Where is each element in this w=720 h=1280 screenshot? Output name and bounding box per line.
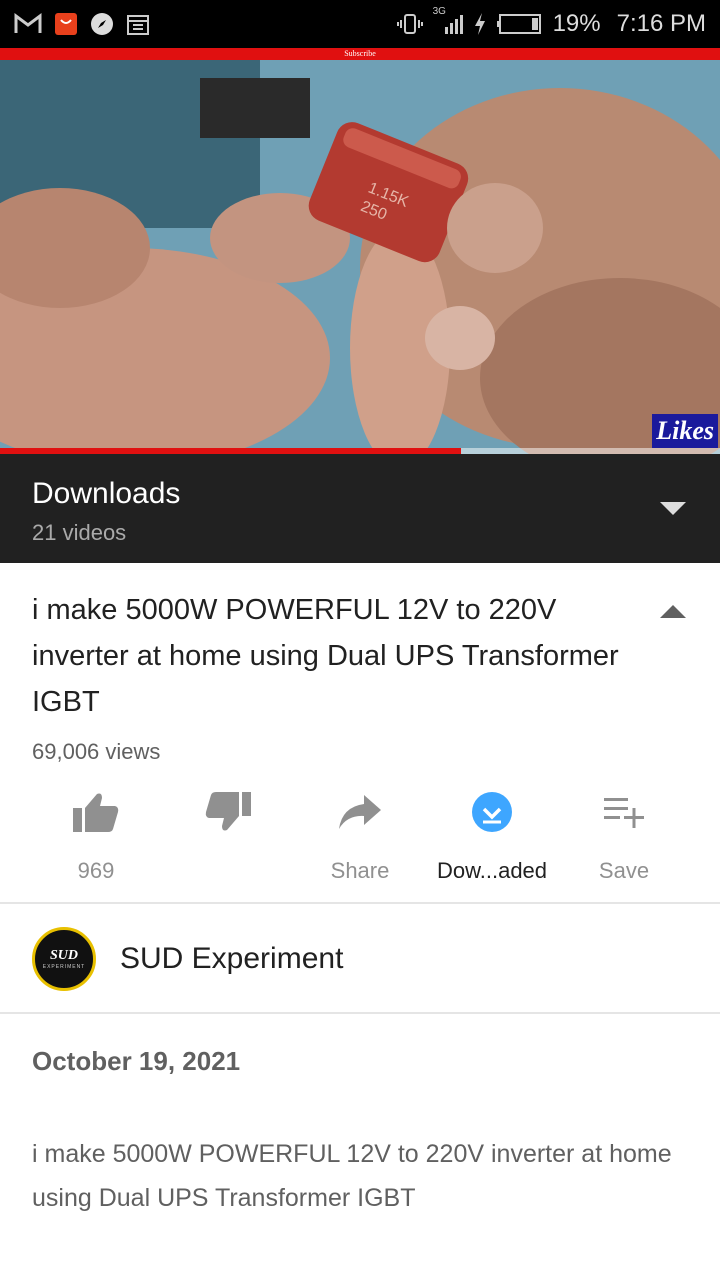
download-button[interactable]: Dow...aded bbox=[426, 788, 558, 886]
downloaded-check-icon bbox=[468, 788, 516, 836]
thumbs-up-icon bbox=[72, 788, 120, 836]
video-title[interactable]: i make 5000W POWERFUL 12V to 220V invert… bbox=[32, 587, 632, 725]
signal-icon: 3G bbox=[433, 6, 463, 36]
playlist-add-icon bbox=[600, 788, 648, 836]
like-count: 969 bbox=[77, 858, 115, 883]
avatar-logo-text: SUD bbox=[49, 947, 78, 963]
chevron-down-icon[interactable] bbox=[660, 502, 686, 515]
download-label: Dow...aded bbox=[436, 858, 548, 883]
likes-badge: Likes bbox=[652, 414, 718, 448]
publish-date: October 19, 2021 bbox=[32, 1046, 241, 1076]
dislike-button[interactable] bbox=[162, 788, 294, 886]
thumbs-down-icon bbox=[204, 788, 252, 836]
video-description: i make 5000W POWERFUL 12V to 220V invert… bbox=[32, 1140, 672, 1212]
charging-icon bbox=[473, 12, 487, 36]
status-bar: 3G 19% 7:16 PM bbox=[0, 0, 720, 48]
divider bbox=[0, 902, 720, 904]
battery-icon bbox=[496, 12, 543, 36]
compass-icon bbox=[90, 12, 114, 36]
avatar-logo-subtext: EXPERIMENT bbox=[42, 963, 86, 970]
chevron-up-icon[interactable] bbox=[660, 605, 686, 618]
calendar-icon bbox=[126, 12, 150, 36]
share-button[interactable]: Share bbox=[294, 788, 426, 886]
video-info: i make 5000W POWERFUL 12V to 220V invert… bbox=[0, 563, 720, 903]
playlist-video-count: 21 videos bbox=[32, 520, 127, 545]
divider bbox=[0, 1012, 720, 1014]
like-button[interactable]: 969 bbox=[30, 788, 162, 886]
subscribe-banner-text: Subscribe bbox=[344, 49, 376, 58]
channel-avatar[interactable]: SUD EXPERIMENT bbox=[32, 926, 96, 991]
subscribe-banner: Subscribe bbox=[0, 48, 720, 60]
video-frame: 1.15K 250 bbox=[0, 48, 720, 454]
network-type: 3G bbox=[432, 6, 446, 17]
battery-percent: 19% bbox=[552, 10, 601, 37]
aliexpress-icon bbox=[54, 12, 78, 36]
clock: 7:16 PM bbox=[616, 10, 706, 37]
channel-row[interactable]: SUD EXPERIMENT SUD Experiment bbox=[0, 905, 720, 1012]
gmail-icon bbox=[14, 13, 42, 35]
action-bar: 969 Share Dow...aded Save bbox=[30, 788, 690, 886]
share-icon bbox=[336, 788, 384, 836]
view-count: 69,006 views bbox=[32, 739, 161, 764]
channel-name[interactable]: SUD Experiment bbox=[120, 942, 343, 976]
playlist-title: Downloads bbox=[32, 477, 181, 510]
vibrate-icon bbox=[396, 12, 423, 36]
save-label: Save bbox=[598, 858, 650, 883]
share-label: Share bbox=[330, 858, 390, 883]
playlist-panel[interactable]: Downloads 21 videos bbox=[0, 454, 720, 563]
save-button[interactable]: Save bbox=[558, 788, 690, 886]
video-player[interactable]: 1.15K 250 Subscribe Likes bbox=[0, 48, 720, 454]
